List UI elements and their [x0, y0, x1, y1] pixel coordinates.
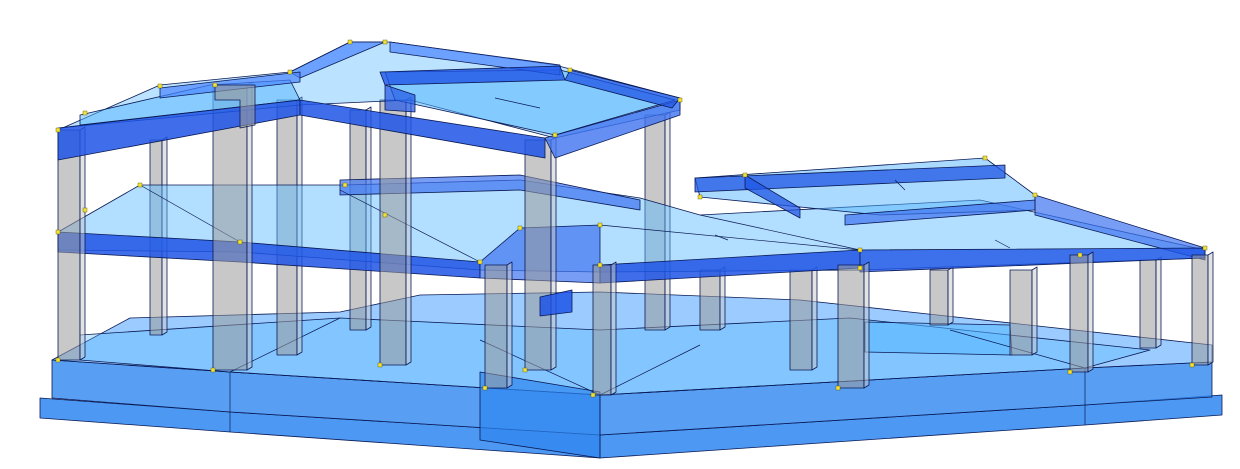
joint-node-21[interactable] — [742, 172, 748, 178]
joint-node-27[interactable] — [1077, 252, 1083, 258]
joint-node-35[interactable] — [1067, 369, 1073, 375]
joint-node-32[interactable] — [522, 367, 528, 373]
column-front-7-side[interactable] — [863, 261, 870, 389]
ground-pit[interactable] — [864, 321, 1013, 356]
joint-node-34[interactable] — [835, 385, 841, 391]
joint-node-16[interactable] — [477, 259, 483, 265]
joint-node-12[interactable] — [137, 182, 143, 188]
joint-node-20[interactable] — [697, 194, 703, 200]
joint-node-18[interactable] — [597, 222, 603, 228]
joint-node-24[interactable] — [857, 247, 863, 253]
joint-node-29[interactable] — [210, 367, 216, 373]
column-back-5-side[interactable] — [719, 266, 726, 331]
joint-node-0[interactable] — [55, 127, 61, 133]
joint-node-26[interactable] — [1202, 245, 1208, 251]
joint-node-5[interactable] — [347, 39, 353, 45]
column-back-9-front[interactable] — [1139, 259, 1157, 349]
joint-node-2[interactable] — [157, 83, 163, 89]
joint-node-14[interactable] — [342, 182, 348, 188]
3d-model-viewport[interactable] — [0, 0, 1240, 469]
joint-node-36[interactable] — [1189, 362, 1195, 368]
joint-node-13[interactable] — [237, 239, 243, 245]
column-front-3-front[interactable] — [379, 99, 407, 366]
joint-node-6[interactable] — [382, 39, 388, 45]
joint-node-11[interactable] — [82, 207, 88, 213]
column-back-6-side[interactable] — [811, 266, 818, 371]
joint-node-25[interactable] — [857, 265, 863, 271]
column-front-9-side[interactable] — [1207, 251, 1214, 366]
joint-node-28[interactable] — [55, 357, 61, 363]
column-front-9-front[interactable] — [1191, 254, 1209, 366]
joint-node-15[interactable] — [382, 212, 388, 218]
joint-node-10[interactable] — [55, 229, 61, 235]
column-back-5-front[interactable] — [699, 269, 721, 331]
column-back-9-side[interactable] — [1155, 256, 1162, 349]
joint-node-30[interactable] — [377, 362, 383, 368]
column-back-7-side[interactable] — [947, 266, 954, 326]
column-front-6-side[interactable] — [610, 261, 617, 396]
column-back-8-front[interactable] — [1009, 269, 1033, 356]
joint-node-1[interactable] — [82, 110, 88, 116]
joint-node-7[interactable] — [552, 132, 558, 138]
column-front-6-front[interactable] — [592, 264, 612, 396]
column-front-7-front[interactable] — [837, 264, 865, 389]
column-back-6-front[interactable] — [789, 269, 813, 371]
column-front-1-side[interactable] — [79, 126, 86, 361]
column-front-4-front[interactable] — [484, 264, 508, 389]
joint-node-31[interactable] — [482, 385, 488, 391]
joint-node-8[interactable] — [567, 67, 573, 73]
column-front-8-side[interactable] — [1087, 251, 1094, 373]
joint-node-4[interactable] — [287, 69, 293, 75]
joint-node-33[interactable] — [590, 392, 596, 398]
structural-model-3d-view[interactable] — [0, 0, 1240, 469]
joint-node-3[interactable] — [212, 82, 218, 88]
joint-node-23[interactable] — [1032, 192, 1038, 198]
column-front-1-front[interactable] — [57, 129, 81, 361]
column-back-8-side[interactable] — [1031, 266, 1038, 356]
joint-node-22[interactable] — [982, 155, 988, 161]
column-front-5-side[interactable] — [550, 136, 557, 371]
column-front-4-side[interactable] — [506, 261, 513, 389]
column-back-7-front[interactable] — [929, 269, 949, 326]
joint-node-17[interactable] — [517, 225, 523, 231]
joint-node-19[interactable] — [597, 262, 603, 268]
joint-node-9[interactable] — [677, 97, 683, 103]
column-front-3-side[interactable] — [405, 96, 412, 366]
column-front-8-front[interactable] — [1069, 254, 1089, 373]
column-front-5-front[interactable] — [524, 139, 552, 371]
